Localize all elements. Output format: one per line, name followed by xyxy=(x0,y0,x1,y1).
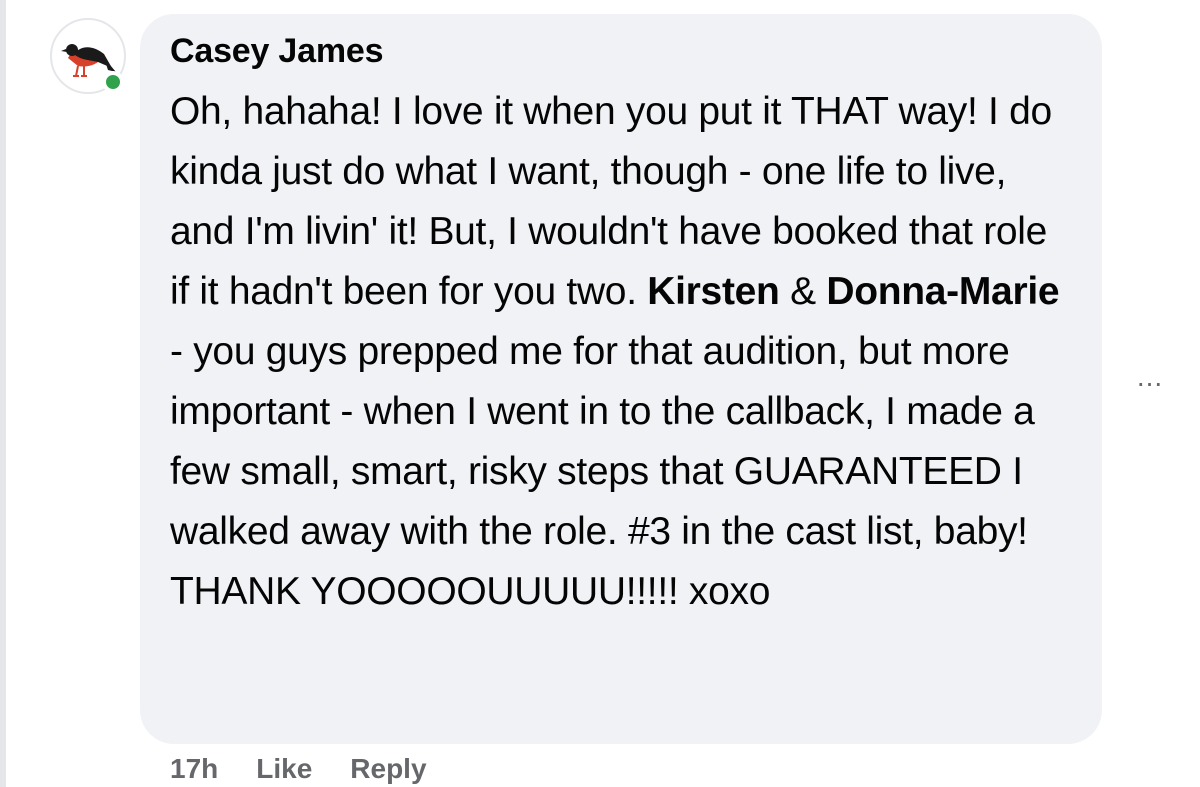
comment-author[interactable]: Casey James xyxy=(170,30,1072,72)
mention-link[interactable]: Kirsten xyxy=(647,270,780,313)
comment-text: Oh, hahaha! I love it when you put it TH… xyxy=(170,82,1072,622)
comment-text-segment: - you guys prepped me for that audition,… xyxy=(170,330,1035,613)
comment-actions: 17h Like Reply xyxy=(170,752,465,786)
comment-bubble: Casey James Oh, hahaha! I love it when y… xyxy=(140,14,1102,744)
comment-text-segment: & xyxy=(779,270,827,313)
like-button[interactable]: Like xyxy=(256,753,312,785)
more-options-icon[interactable]: ... xyxy=(1128,361,1172,392)
mention-link[interactable]: Donna-Marie xyxy=(826,270,1059,313)
thread-line xyxy=(0,0,6,787)
online-status-dot xyxy=(102,71,124,93)
comment-timestamp[interactable]: 17h xyxy=(170,753,218,785)
reply-button[interactable]: Reply xyxy=(350,753,426,785)
